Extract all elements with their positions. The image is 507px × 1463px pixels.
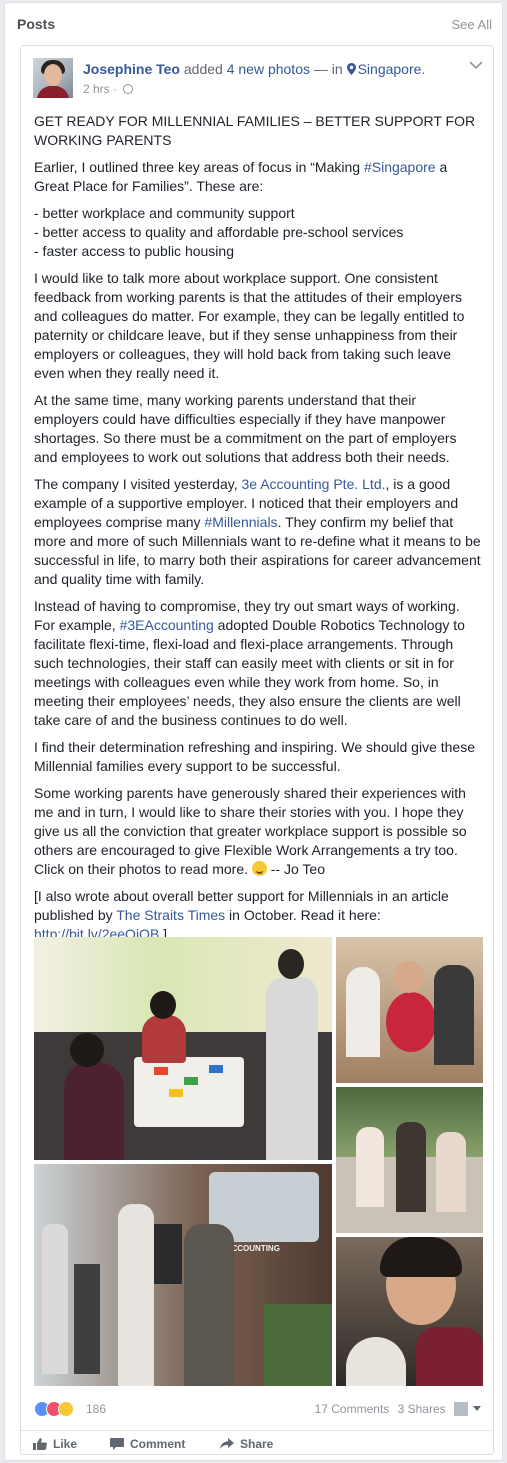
action-text: added <box>183 61 223 77</box>
like-button[interactable]: Like <box>33 1437 77 1451</box>
paragraph-commitment: At the same time, many working parents u… <box>34 392 457 465</box>
paragraph-article: [I also wrote about overall better suppo… <box>34 888 449 942</box>
location-suffix: . <box>421 61 426 77</box>
location-link[interactable]: Singapore <box>358 61 422 77</box>
reaction-count: 186 <box>86 1402 107 1416</box>
paragraph-intro: Earlier, I outlined three key areas of f… <box>34 159 448 194</box>
focus-list-item: - better workplace and community support <box>34 205 295 221</box>
paragraph-stories: Some working parents have generously sha… <box>34 785 467 877</box>
focus-list: - better workplace and community support… <box>34 204 482 261</box>
panel-header: Posts See All <box>5 3 502 43</box>
posts-panel: Posts See All Josephine Teo added 4 new … <box>4 2 503 1461</box>
like-icon <box>33 1438 47 1450</box>
post-card: Josephine Teo added 4 new photos — in Si… <box>20 45 494 1455</box>
pin-icon <box>346 63 356 75</box>
globe-icon <box>123 84 134 94</box>
focus-list-item: - faster access to public housing <box>34 243 234 259</box>
post-stats: 17 Comments 3 Shares <box>310 1402 481 1416</box>
comment-button[interactable]: Comment <box>110 1437 185 1451</box>
smile-emoji-icon <box>251 861 267 876</box>
photos-link[interactable]: 4 new photos <box>227 61 310 77</box>
comment-icon <box>110 1438 124 1450</box>
action-bar: Like Comment Share <box>21 1430 493 1456</box>
paragraph-smart-working: Instead of having to compromise, they tr… <box>34 598 465 728</box>
author-name[interactable]: Josephine Teo <box>83 61 180 77</box>
post-headline: GET READY FOR MILLENNIAL FAMILIES – BETT… <box>34 113 476 148</box>
panel-title: Posts <box>17 16 56 32</box>
author-avatar[interactable] <box>33 58 73 98</box>
viewer-avatar[interactable] <box>454 1402 468 1416</box>
post-header: Josephine Teo added 4 new photos — in Si… <box>83 61 425 77</box>
paragraph-company: The company I visited yesterday, 3e Acco… <box>34 476 481 587</box>
post-meta: 2 hrs · <box>83 82 134 96</box>
photo-grid: 3E ACCOUNTING <box>34 937 483 1386</box>
photo-family-2[interactable] <box>336 1087 483 1233</box>
photo-mother-baby[interactable] <box>336 1237 483 1386</box>
see-all-link[interactable]: See All <box>452 17 492 32</box>
hashtag-3eaccounting[interactable]: #3EAccounting <box>120 617 214 633</box>
hashtag-millennials[interactable]: #Millennials <box>204 514 277 530</box>
company-page-link[interactable]: 3e Accounting Pte. Ltd. <box>242 476 386 492</box>
straits-times-link[interactable]: The Straits Times <box>116 907 225 923</box>
hashtag-singapore[interactable]: #Singapore <box>364 159 436 175</box>
post-timestamp[interactable]: 2 hrs · <box>83 82 117 96</box>
focus-list-item: - better access to quality and affordabl… <box>34 224 404 240</box>
photo-office-kids[interactable] <box>34 937 332 1160</box>
chevron-down-icon[interactable] <box>469 60 483 70</box>
paragraph-workplace: I would like to talk more about workplac… <box>34 270 465 381</box>
share-button[interactable]: Share <box>220 1437 273 1451</box>
share-icon <box>220 1438 234 1449</box>
post-body: GET READY FOR MILLENNIAL FAMILIES – BETT… <box>34 112 482 952</box>
caret-down-icon[interactable] <box>473 1406 481 1411</box>
photo-family-1[interactable] <box>336 937 483 1083</box>
wow-reaction-icon <box>58 1401 74 1417</box>
paragraph-inspiring: I find their determination refreshing an… <box>34 739 475 774</box>
location-separator: — in <box>313 61 343 77</box>
photo-office-robot[interactable]: 3E ACCOUNTING <box>34 1164 332 1386</box>
comments-count[interactable]: 17 Comments <box>315 1402 390 1416</box>
shares-count[interactable]: 3 Shares <box>398 1402 446 1416</box>
